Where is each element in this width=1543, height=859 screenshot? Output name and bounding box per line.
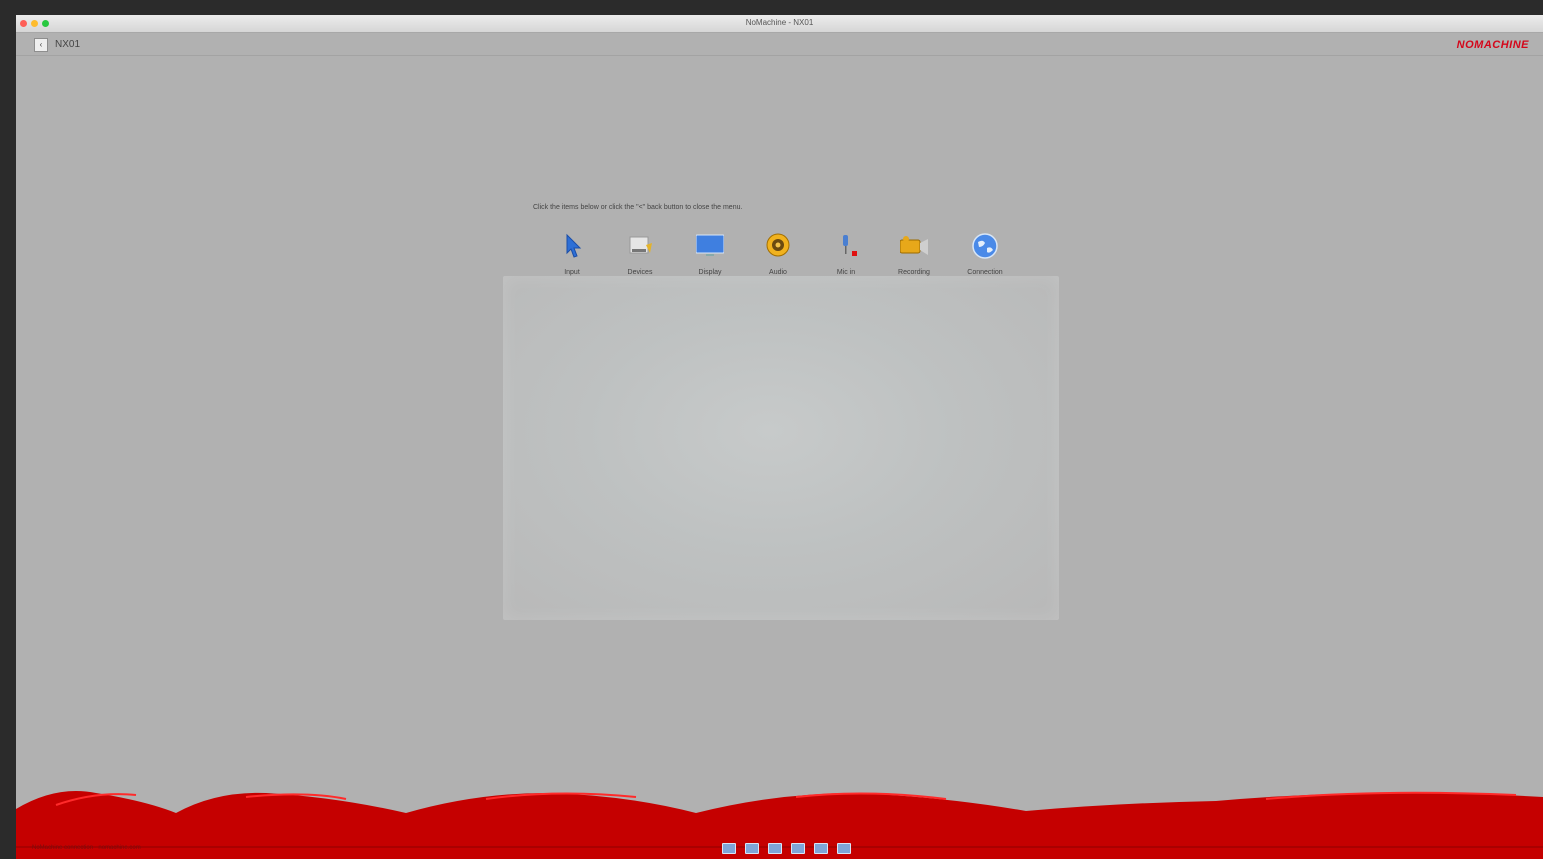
microphone-icon — [832, 233, 860, 259]
footer-toolbar — [722, 843, 851, 854]
menu-item-connection[interactable]: Connection — [957, 233, 1013, 276]
screen-icon[interactable] — [745, 843, 759, 854]
session-icon[interactable]: ‹ — [34, 38, 48, 52]
nomachine-window: NoMachine - NX01 ‹ NX01 NOMACHINE Click … — [16, 15, 1543, 859]
display-icon — [695, 233, 725, 259]
menu-item-label: Devices — [627, 269, 653, 276]
menu-item-mic-in[interactable]: Mic in — [818, 233, 874, 276]
fullscreen-icon[interactable] — [722, 843, 736, 854]
title-bar: NoMachine - NX01 — [16, 15, 1543, 33]
menu-item-label: Display — [698, 269, 722, 276]
menu-item-input[interactable]: Input — [544, 233, 600, 276]
menu-item-devices[interactable]: Devices — [612, 233, 668, 276]
screen-icon[interactable] — [814, 843, 828, 854]
menu-item-label: Connection — [967, 269, 1003, 276]
globe-icon — [971, 233, 999, 259]
session-name: NX01 — [55, 39, 81, 50]
menu-item-recording[interactable]: Recording — [886, 233, 942, 276]
pointer-icon — [558, 233, 586, 259]
screen-icon[interactable] — [791, 843, 805, 854]
menu-item-display[interactable]: Display — [682, 233, 738, 276]
menu-hint: Click the items below or click the "<" b… — [533, 204, 743, 211]
menu-item-label: Mic in — [836, 269, 856, 276]
window-title: NoMachine - NX01 — [745, 18, 814, 27]
nomachine-logo: NOMACHINE — [1456, 39, 1529, 51]
camera-icon — [899, 233, 928, 259]
menu-item-label: Audio — [769, 269, 787, 276]
footer-band: NoMachine connection - nomachine.com — [16, 779, 1543, 859]
menu-icon-row: Input Devices Display Audio Mic in Recor… — [556, 233, 1016, 277]
screen-icon[interactable] — [768, 843, 782, 854]
session-preview[interactable] — [503, 276, 1059, 620]
screen-add-icon[interactable] — [837, 843, 851, 854]
menu-item-label: Input — [564, 269, 580, 276]
menu-item-audio[interactable]: Audio — [750, 233, 806, 276]
session-bar: ‹ NX01 NOMACHINE — [16, 33, 1543, 56]
speaker-icon — [764, 233, 792, 259]
footer-status: NoMachine connection - nomachine.com — [32, 845, 141, 851]
devices-icon — [626, 233, 654, 259]
menu-item-label: Recording — [898, 269, 930, 276]
